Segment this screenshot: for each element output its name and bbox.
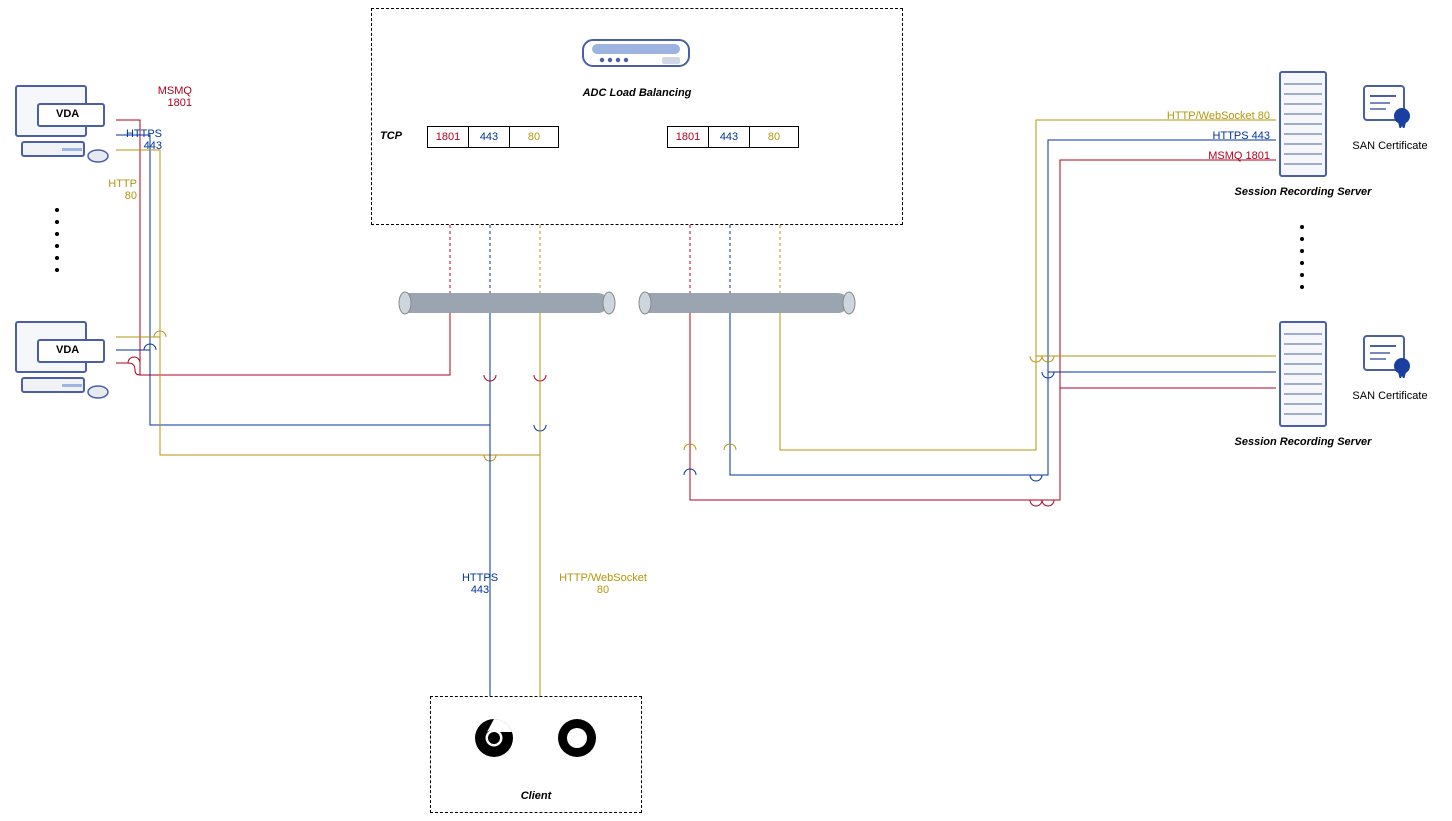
- srs-ellipsis: [1300, 225, 1304, 289]
- vda-ellipsis: [55, 208, 59, 272]
- vda-top: VDA: [10, 80, 115, 165]
- pipe-left: [400, 293, 608, 313]
- pipe-left-cap-l: [396, 291, 414, 315]
- vda-https-port: 443: [144, 140, 162, 152]
- adc-tcp-label: TCP: [380, 130, 402, 142]
- computer-icon: [10, 80, 115, 165]
- adc-title: ADC Load Balancing: [372, 87, 902, 99]
- client-http-label: HTTP/WebSocket: [559, 572, 647, 584]
- pipe-right-cap-r: [840, 291, 858, 315]
- vda-bottom: VDA: [10, 316, 115, 401]
- vda-https-label: HTTPS: [126, 128, 162, 140]
- pipe-right-cap-l: [636, 291, 654, 315]
- vda-http-label: HTTP: [108, 178, 137, 190]
- vda-msmq-label: MSMQ: [158, 85, 192, 97]
- server-rack-icon: [1276, 320, 1331, 430]
- vda-http-port: 80: [125, 190, 137, 202]
- pipe-right: [640, 293, 848, 313]
- certificate-icon: [1362, 332, 1414, 378]
- client-title: Client: [431, 790, 641, 802]
- vda-bottom-label: VDA: [56, 344, 79, 356]
- pipe-left-cap-r: [600, 291, 618, 315]
- client-https-port: 443: [471, 584, 489, 596]
- adc-right-port-http: 80: [749, 126, 799, 148]
- client-https-label: HTTPS: [462, 572, 498, 584]
- srs-bottom-title: Session Recording Server: [1228, 436, 1378, 448]
- adc-left-port-msmq: 1801: [427, 126, 469, 148]
- srs-top-title: Session Recording Server: [1228, 186, 1378, 198]
- server-rack-icon: [1276, 70, 1331, 180]
- vda-msmq-port: 1801: [168, 97, 192, 109]
- adc-left-port-http: 80: [509, 126, 559, 148]
- srs-bottom-cert-label: SAN Certificate: [1340, 390, 1440, 402]
- srs-https-label: HTTPS 443: [1100, 130, 1270, 142]
- srs-http-label: HTTP/WebSocket 80: [1100, 110, 1270, 122]
- certificate-icon: [1362, 82, 1414, 128]
- adc-right-port-msmq: 1801: [667, 126, 709, 148]
- adc-box: ADC Load Balancing TCP 1801 443 80 1801 …: [371, 8, 903, 225]
- computer-icon: [10, 316, 115, 401]
- srs-msmq-label: MSMQ 1801: [1100, 150, 1270, 162]
- adc-left-ports: 1801 443 80: [427, 126, 559, 148]
- chrome-icon: [473, 717, 515, 759]
- adc-left-port-https: 443: [469, 126, 509, 148]
- srs-top-cert-label: SAN Certificate: [1340, 140, 1440, 152]
- client-http-port: 80: [597, 584, 609, 596]
- adc-right-port-https: 443: [709, 126, 749, 148]
- adc-right-ports: 1801 443 80: [667, 126, 799, 148]
- vda-top-label: VDA: [56, 108, 79, 120]
- client-box: Client: [430, 696, 642, 813]
- adc-appliance-icon: [582, 34, 690, 72]
- firefox-icon: [556, 717, 598, 759]
